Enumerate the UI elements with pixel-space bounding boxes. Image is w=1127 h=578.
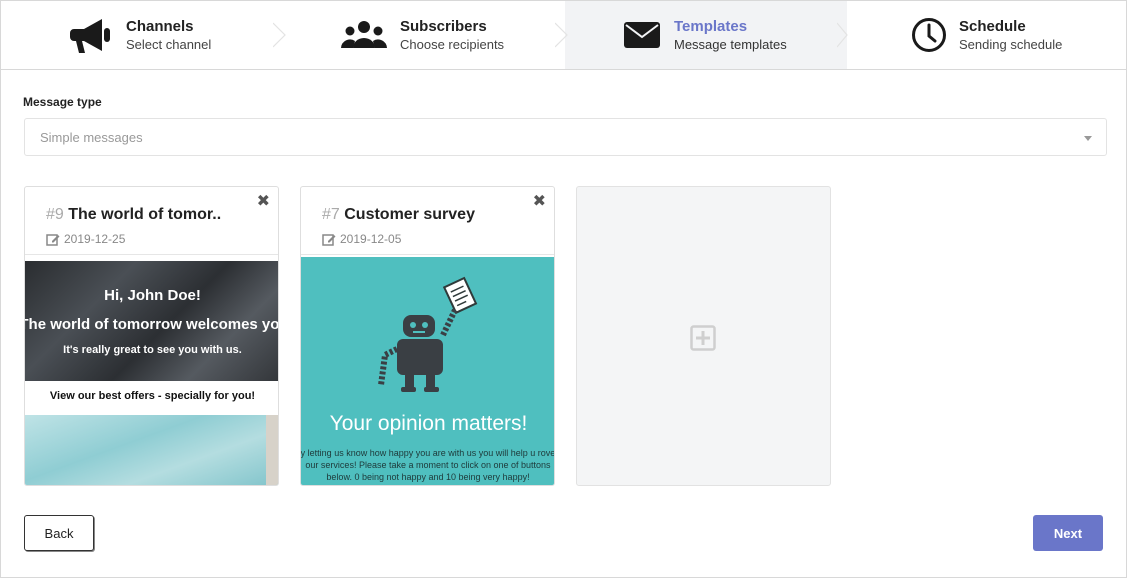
preview-hero: Hi, John Doe! The world of tomorrow welc… — [25, 261, 279, 381]
preview-pool-edge — [266, 415, 278, 485]
preview-pool-image — [25, 415, 278, 485]
step-subtitle: Choose recipients — [400, 37, 505, 52]
chevron-right-icon — [837, 1, 848, 69]
message-type-select[interactable]: Simple messages — [24, 118, 1107, 156]
message-type-value: Simple messages — [40, 130, 143, 145]
template-date: 2019-12-05 — [322, 232, 401, 246]
step-channels[interactable]: Channels Select channel — [1, 1, 286, 69]
step-subscribers[interactable]: Subscribers Choose recipients — [283, 1, 568, 69]
template-date-value: 2019-12-25 — [64, 232, 126, 246]
back-button[interactable]: Back — [24, 515, 94, 551]
next-button[interactable]: Next — [1033, 515, 1103, 551]
template-date-value: 2019-12-05 — [340, 232, 402, 246]
clock-icon — [906, 15, 952, 55]
template-preview[interactable]: Hi, John Doe! The world of tomorrow welc… — [25, 257, 279, 485]
chevron-right-icon — [273, 22, 286, 48]
chevron-right-icon — [555, 22, 568, 48]
envelope-icon — [619, 15, 665, 55]
template-title: #9 The world of tomor.. — [46, 206, 226, 224]
preview-headline: The world of tomorrow welcomes you — [25, 316, 279, 333]
edit-icon — [322, 233, 336, 246]
step-title: Subscribers — [400, 18, 487, 35]
template-card[interactable]: ✖ #7 Customer survey 2019-12-05 Your opi… — [300, 186, 555, 486]
steps-bar: Channels Select channel Subscribers Choo… — [1, 1, 1127, 70]
step-title: Channels — [126, 18, 194, 35]
preview-greeting: Hi, John Doe! — [104, 287, 201, 304]
step-subtitle: Select channel — [126, 37, 212, 52]
preview-offer: View our best offers - specially for you… — [25, 381, 278, 415]
step-schedule[interactable]: Schedule Sending schedule — [847, 1, 1127, 69]
preview-survey-headline: Your opinion matters! — [329, 412, 528, 435]
template-preview[interactable]: Your opinion matters! y letting us know … — [301, 257, 555, 485]
template-name: The world of tomor.. — [68, 206, 222, 223]
edit-icon — [46, 233, 60, 246]
caret-down-icon — [1084, 136, 1092, 141]
template-date: 2019-12-25 — [46, 232, 125, 246]
step-title: Schedule — [959, 18, 1026, 35]
preview-survey-body: y letting us know how happy you are with… — [301, 448, 555, 482]
robot-icon — [378, 276, 478, 392]
template-title: #7 Customer survey — [322, 206, 502, 224]
template-number: #9 — [46, 206, 64, 223]
template-name: Customer survey — [344, 206, 475, 223]
preview-subline: It's really great to see you with us. — [63, 344, 242, 356]
step-subtitle: Message templates — [674, 37, 787, 52]
step-title: Templates — [674, 18, 748, 35]
step-subtitle: Sending schedule — [959, 37, 1063, 52]
divider — [301, 254, 554, 255]
add-template-card[interactable] — [576, 186, 831, 486]
plus-square-icon — [690, 325, 716, 351]
megaphone-icon — [69, 15, 115, 55]
template-card[interactable]: ✖ #9 The world of tomor.. 2019-12-25 Hi,… — [24, 186, 279, 486]
close-icon[interactable]: ✖ — [257, 191, 270, 211]
close-icon[interactable]: ✖ — [533, 191, 546, 211]
divider — [25, 254, 278, 255]
step-templates[interactable]: Templates Message templates — [565, 1, 848, 69]
message-type-label: Message type — [23, 95, 102, 109]
users-icon — [341, 15, 387, 55]
template-number: #7 — [322, 206, 340, 223]
preview-survey: Your opinion matters! y letting us know … — [301, 257, 555, 485]
wizard-frame: Channels Select channel Subscribers Choo… — [0, 0, 1127, 578]
